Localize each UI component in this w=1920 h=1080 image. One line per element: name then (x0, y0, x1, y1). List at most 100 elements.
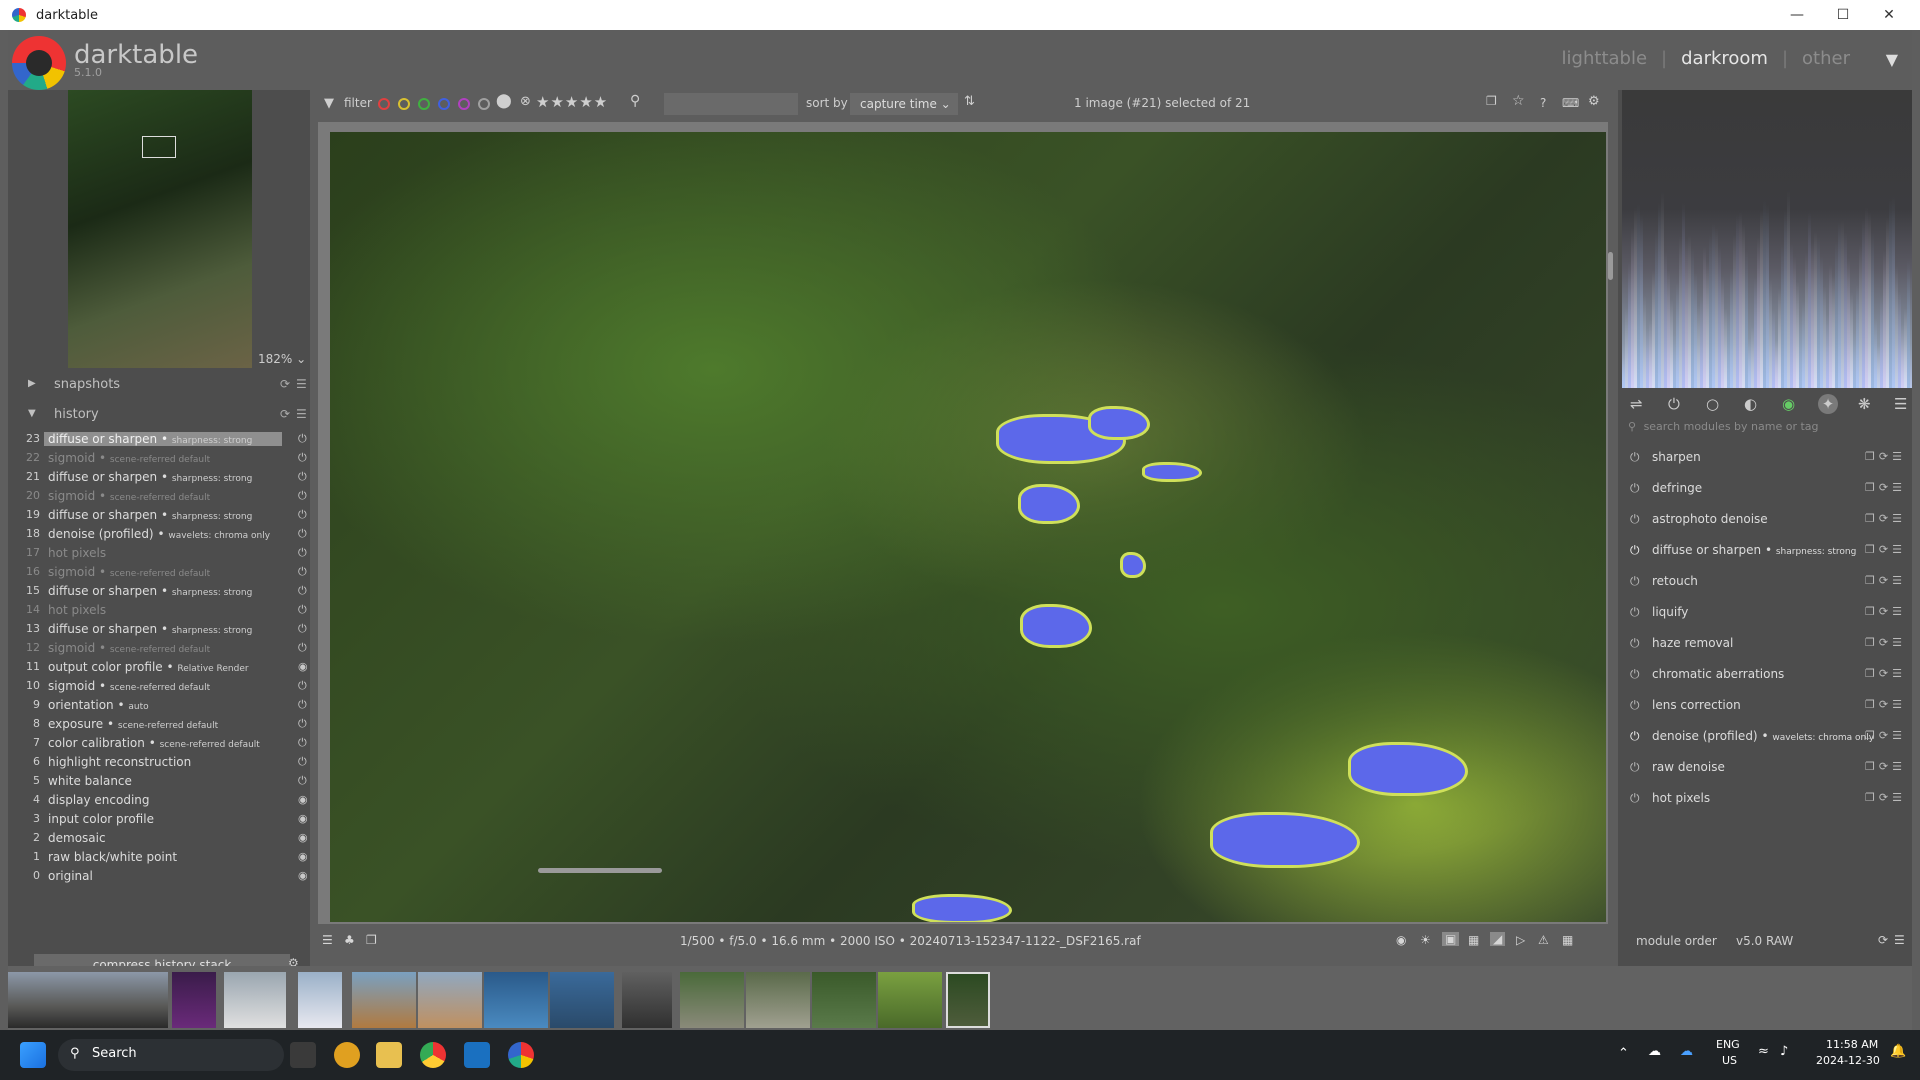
grouping-icon[interactable]: ❐ (1486, 94, 1497, 108)
zoom-level[interactable]: 182% ⌄ (258, 352, 306, 366)
reset-icon[interactable]: ⟳ (1879, 450, 1892, 463)
darktable-taskbar-icon[interactable] (508, 1042, 534, 1068)
effect-group-tab-icon[interactable]: ❋ (1858, 395, 1871, 413)
gamut-check-icon[interactable]: ⚠ (1538, 933, 1549, 947)
reset-icon[interactable]: ⟳ (1879, 636, 1892, 649)
reset-icon[interactable]: ⟳ (1878, 933, 1888, 947)
history-section[interactable]: ▼ history ⟳ ☰ (20, 406, 310, 428)
history-item[interactable]: 22 sigmoid • scene-referred default ⏻ (20, 449, 310, 468)
chrome-icon[interactable] (420, 1042, 446, 1068)
presets-menu-icon[interactable]: ☰ (1892, 636, 1906, 649)
module-actions[interactable]: ❐⟳☰ (1865, 636, 1906, 649)
task-view-icon[interactable] (290, 1042, 316, 1068)
module-actions[interactable]: ❐⟳☰ (1865, 760, 1906, 773)
clipping-icon[interactable]: ▦ (1468, 933, 1479, 947)
reject-icon[interactable]: ⊗ (520, 94, 531, 109)
sort-select[interactable]: capture time ⌄ (850, 93, 958, 115)
filmstrip-thumbnail[interactable] (550, 972, 614, 1028)
presets-menu-icon[interactable]: ☰ (1892, 605, 1906, 618)
presets-menu-icon[interactable]: ☰ (1892, 574, 1906, 587)
weather-icon[interactable] (334, 1042, 360, 1068)
quick-access-icon[interactable]: ☰ (322, 933, 333, 947)
module-power-icon[interactable]: ⏻ (1630, 481, 1640, 496)
filmstrip-thumbnail[interactable] (298, 972, 342, 1028)
tray-overflow-icon[interactable]: ⌃ (1618, 1046, 1629, 1061)
filmstrip-thumbnail[interactable] (352, 972, 416, 1028)
history-item[interactable]: 4 display encoding ◉ (20, 791, 310, 810)
navigation-preview[interactable] (68, 90, 252, 368)
color-label-yellow-icon[interactable] (398, 98, 410, 110)
reset-icon[interactable]: ⟳ (1879, 512, 1892, 525)
presets-menu-icon[interactable]: ☰ (1892, 760, 1906, 773)
history-item[interactable]: 2 demosaic ◉ (20, 829, 310, 848)
multi-instance-icon[interactable]: ❐ (1865, 543, 1879, 556)
multi-instance-icon[interactable]: ❐ (1865, 574, 1879, 587)
multi-instance-icon[interactable]: ❐ (1865, 605, 1879, 618)
view-other[interactable]: other (1802, 48, 1850, 69)
second-window-icon[interactable]: ❐ (366, 933, 377, 947)
presets-menu-icon[interactable]: ☰ (1894, 933, 1905, 947)
multi-instance-icon[interactable]: ❐ (1865, 512, 1879, 525)
presets-menu-icon[interactable]: ☰ (1892, 543, 1906, 556)
color-label-green-icon[interactable] (418, 98, 430, 110)
presets-menu-icon[interactable]: ☰ (1892, 698, 1906, 711)
shortcuts-icon[interactable]: ⌨ (1562, 96, 1579, 110)
language-indicator[interactable]: ENG (1716, 1038, 1740, 1051)
module-power-icon[interactable]: ⏻ (1630, 512, 1640, 527)
module-actions[interactable]: ❐⟳☰ (1865, 481, 1906, 494)
notifications-bell-icon[interactable]: 🔔 (1890, 1044, 1906, 1059)
module-power-icon[interactable]: ⏻ (1630, 791, 1640, 806)
cloud-icon[interactable]: ☁ (1648, 1044, 1661, 1059)
history-item[interactable]: 14 hot pixels ⏻ (20, 601, 310, 620)
maximize-button[interactable]: ☐ (1820, 0, 1866, 30)
horizontal-scrollbar[interactable] (538, 868, 662, 873)
module-row[interactable]: ⏻ astrophoto denoise ❐⟳☰ (1628, 504, 1912, 535)
filmstrip-thumbnail[interactable] (746, 972, 810, 1028)
tone-group-tab-icon[interactable]: ◐ (1744, 395, 1757, 413)
history-item[interactable]: 10 sigmoid • scene-referred default ⏻ (20, 677, 310, 696)
module-actions[interactable]: ❐⟳☰ (1865, 450, 1906, 463)
module-power-icon[interactable]: ⏻ (1630, 760, 1640, 775)
module-power-icon[interactable]: ⏻ (1630, 450, 1640, 465)
overexposed-indicator-icon[interactable]: ◢ (1490, 932, 1506, 946)
module-power-icon[interactable]: ⏻ (1630, 698, 1640, 713)
clock-time[interactable]: 11:58 AM (1826, 1038, 1878, 1051)
filmstrip-thumbnail[interactable] (418, 972, 482, 1028)
module-power-icon[interactable]: ⏻ (1630, 605, 1640, 620)
color-label-gray-icon[interactable] (478, 98, 490, 110)
module-power-icon[interactable]: ⏻ (1630, 543, 1640, 558)
history-item[interactable]: 19 diffuse or sharpen • sharpness: strong… (20, 506, 310, 525)
base-group-tab-icon[interactable]: ○ (1706, 395, 1719, 413)
history-item[interactable]: 1 raw black/white point ◉ (20, 848, 310, 867)
filmstrip-thumbnail[interactable] (680, 972, 744, 1028)
close-button[interactable]: ✕ (1866, 0, 1912, 30)
presets-menu-icon[interactable]: ☰ (1892, 729, 1906, 742)
module-row[interactable]: ⏻ liquify ❐⟳☰ (1628, 597, 1912, 628)
module-row[interactable]: ⏻ retouch ❐⟳☰ (1628, 566, 1912, 597)
filmstrip-thumbnail[interactable] (224, 972, 286, 1028)
raw-overexposed-icon[interactable]: ▣ (1442, 932, 1460, 946)
multi-instance-icon[interactable]: ❐ (1865, 481, 1879, 494)
color-label-blue-icon[interactable] (438, 98, 450, 110)
module-row[interactable]: ⏻ denoise (profiled) • wavelets: chroma o… (1628, 721, 1912, 752)
snapshots-section[interactable]: ▶ snapshots ⟳ ☰ (20, 376, 310, 398)
taskbar-search[interactable]: ⚲ Search (58, 1039, 284, 1071)
filmstrip-thumbnail[interactable] (172, 972, 216, 1028)
header-collapse-icon[interactable]: ▼ (1886, 50, 1898, 69)
file-explorer-icon[interactable] (376, 1042, 402, 1068)
filmstrip-thumbnail-selected[interactable] (946, 972, 990, 1028)
module-power-icon[interactable]: ⏻ (1630, 729, 1640, 744)
view-darkroom[interactable]: darkroom (1681, 48, 1768, 69)
guides-icon[interactable]: ▦ (1562, 933, 1573, 947)
main-image[interactable] (330, 132, 1606, 922)
center-view[interactable] (318, 122, 1608, 924)
history-item[interactable]: 15 diffuse or sharpen • sharpness: strong… (20, 582, 310, 601)
reset-icon[interactable]: ⟳ (1879, 760, 1892, 773)
focus-peaking-icon[interactable]: ◉ (1396, 933, 1406, 947)
filter-icon[interactable]: ▼ (324, 96, 334, 111)
filmstrip-thumbnail[interactable] (8, 972, 168, 1028)
color-op-toggle-icon[interactable]: ⬤ (496, 93, 512, 109)
presets-menu-icon[interactable]: ☰ (1892, 791, 1906, 804)
overlays-star-icon[interactable]: ☆ (1512, 93, 1525, 109)
minimize-button[interactable]: — (1774, 0, 1820, 30)
